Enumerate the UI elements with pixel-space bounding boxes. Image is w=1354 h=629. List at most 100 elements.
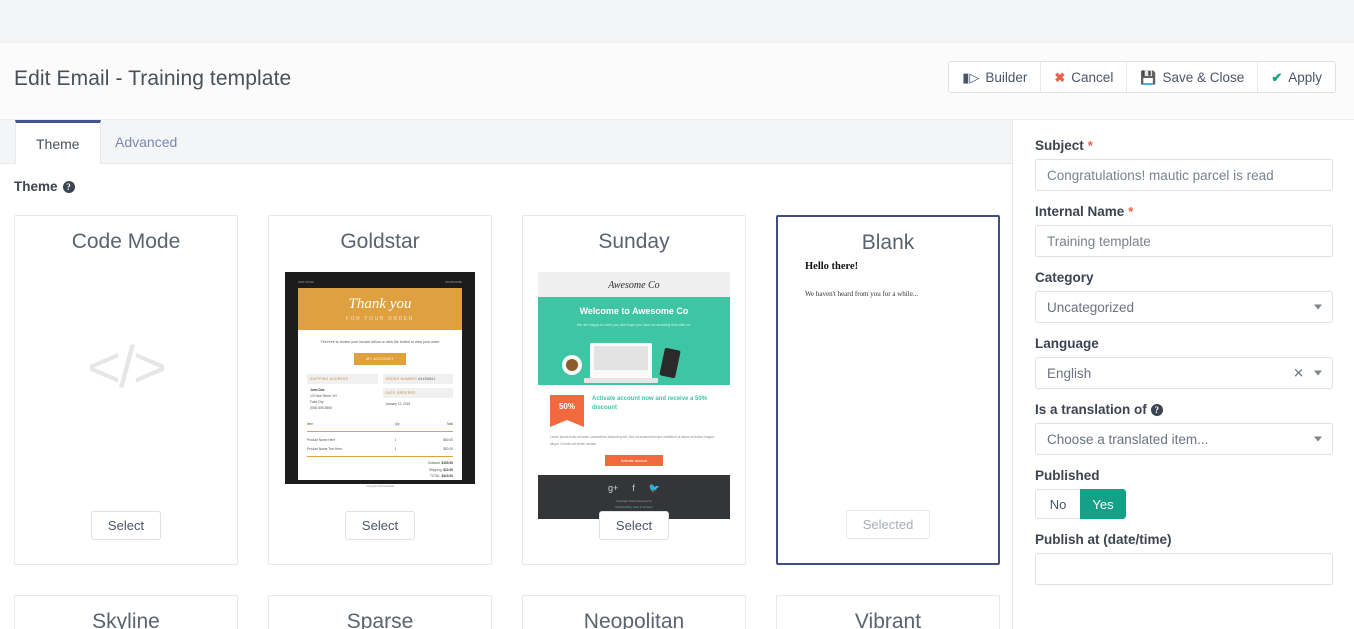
help-icon[interactable]: ? [62, 180, 75, 193]
goldstar-row1-total: $50.00 [443, 437, 453, 442]
theme-card-action: Select [523, 511, 745, 540]
field-is-a-translation-of: Is a translation of ? Choose a translate… [1035, 402, 1333, 455]
close-icon: ✖ [1054, 69, 1066, 85]
theme-thumbnail-sunday: Awesome Co Welcome to Awesome Co We are … [523, 272, 745, 519]
select-theme-button[interactable]: Select [598, 511, 670, 540]
translation-selected-value: Choose a translated item... [1047, 431, 1209, 447]
theme-card-title: Goldstar [340, 230, 420, 253]
check-icon: ✔ [1271, 69, 1283, 85]
category-selected-value: Uncategorized [1047, 299, 1135, 315]
theme-card-title: Blank [861, 231, 915, 254]
field-publish-at: Publish at (date/time) [1035, 532, 1333, 585]
required-marker: * [1128, 204, 1134, 219]
language-label-text: Language [1035, 336, 1099, 351]
theme-card-sunday[interactable]: Sunday Awesome Co Welcome to Awesome Co … [522, 215, 746, 565]
internal-name-label-text: Internal Name [1035, 204, 1125, 219]
select-theme-button[interactable]: Select [344, 511, 416, 540]
theme-card-neopolitan[interactable]: Neopolitan Select [522, 595, 746, 629]
goldstar-total-value: $110.00 [441, 473, 453, 478]
apply-button[interactable]: ✔ Apply [1258, 62, 1335, 92]
sunday-content: 50% Activate account now and receive a 5… [538, 385, 730, 476]
published-yes-option[interactable]: Yes [1080, 489, 1126, 519]
selected-theme-button[interactable]: Selected [845, 510, 931, 539]
builder-button[interactable]: ▮▷ Builder [949, 62, 1042, 92]
goldstar-address-line-1: 10 Fake Street, NY [310, 393, 338, 398]
published-toggle[interactable]: No Yes [1035, 489, 1126, 519]
category-select[interactable]: Uncategorized [1035, 291, 1333, 323]
help-icon[interactable]: ? [1150, 403, 1163, 416]
sunday-hero-subtitle: We are happy to meet you and hope you ha… [576, 323, 692, 327]
theme-card-vibrant[interactable]: Vibrant Select [776, 595, 1000, 629]
field-subject: Subject * [1035, 138, 1333, 191]
internal-name-input[interactable] [1035, 225, 1333, 257]
sunday-hero-title: Welcome to Awesome Co [579, 306, 689, 316]
goldstar-preview-topline: VIEW ONLINE UNSUBSCRIBE [298, 281, 462, 284]
subject-label-text: Subject [1035, 138, 1084, 153]
chevron-down-icon [1314, 304, 1322, 310]
page-header: Edit Email - Training template ▮▷ Builde… [0, 44, 1354, 120]
translation-label-text: Is a translation of [1035, 402, 1147, 417]
goldstar-customer-name: John Doe [310, 387, 325, 392]
cube-icon: ▮▷ [962, 69, 980, 85]
theme-card-sparse[interactable]: Sparse Select [268, 595, 492, 629]
sunday-cta-button: Activate account [605, 455, 663, 467]
theme-card-code-mode[interactable]: Code Mode </> Select [14, 215, 238, 565]
goldstar-date-value: January 12, 2019 [385, 401, 411, 406]
category-label-text: Category [1035, 270, 1094, 285]
goldstar-date-heading: DATE ORDERED [382, 387, 453, 398]
goldstar-order-number: #4455661 [418, 376, 436, 381]
theme-card-action: Select [15, 511, 237, 540]
theme-thumbnail-goldstar: VIEW ONLINE UNSUBSCRIBE Thank you FOR YO… [269, 272, 491, 492]
theme-thumbnail-code-mode: </> [15, 272, 237, 492]
goldstar-th-qty: Qty [394, 421, 400, 426]
category-label: Category [1035, 270, 1332, 285]
select-theme-button[interactable]: Select [90, 511, 162, 540]
tab-theme[interactable]: Theme [15, 120, 101, 165]
phone-shape [659, 347, 681, 379]
sunday-social-icons: g+ f 🐦 [538, 484, 730, 493]
coffee-cup-shape [562, 355, 582, 375]
sunday-footer-line-2: Unsubscribe | View in browser [615, 505, 653, 510]
field-published: Published No Yes [1035, 468, 1332, 519]
goldstar-th-total: Total [446, 421, 453, 426]
subject-input[interactable] [1035, 159, 1333, 191]
goldstar-preview-hero: Thank you FOR YOUR ORDER [298, 288, 462, 330]
field-internal-name: Internal Name * [1035, 204, 1333, 257]
goldstar-order-heading-text: ORDER NUMBER [385, 376, 417, 381]
google-plus-icon: g+ [608, 483, 619, 494]
header-action-button-group: ▮▷ Builder ✖ Cancel 💾 Save & Close ✔ App… [948, 61, 1336, 93]
tab-advanced[interactable]: Advanced [95, 120, 197, 164]
goldstar-hero-title: Thank you [348, 296, 412, 312]
blank-preview-body: We haven't heard from you for a while... [805, 290, 919, 298]
sunday-footer-text: Copyright 2019 Awesome Co Unsubscribe | … [538, 499, 730, 510]
publish-at-input[interactable] [1035, 553, 1333, 585]
theme-grid: Code Mode </> Select Goldstar VIEW ONLIN… [14, 215, 1012, 629]
clear-icon[interactable]: ✕ [1293, 367, 1304, 380]
theme-card-goldstar[interactable]: Goldstar VIEW ONLINE UNSUBSCRIBE Thank y… [268, 215, 492, 565]
language-selected-value: English [1047, 365, 1092, 381]
sunday-body-copy: Lorem ipsum dolor sit amet, consectetur … [550, 435, 714, 446]
theme-section-label: Theme ? [14, 179, 75, 194]
cancel-button[interactable]: ✖ Cancel [1041, 62, 1128, 92]
theme-card-title: Vibrant [854, 610, 922, 629]
sunday-hero-devices-image [538, 343, 730, 385]
save-and-close-button[interactable]: 💾 Save & Close [1127, 62, 1259, 92]
goldstar-total-label: TOTAL [430, 473, 440, 478]
theme-card-title: Neopolitan [583, 610, 685, 629]
translation-select[interactable]: Choose a translated item... [1035, 423, 1333, 455]
goldstar-row2-item: Product Name Two Here [307, 446, 342, 451]
goldstar-row1-qty: 1 [394, 437, 397, 442]
theme-card-blank[interactable]: Blank Hello there! We haven't heard from… [776, 215, 1000, 565]
sunday-promo-text: Activate account now and receive a 50% d… [592, 396, 708, 411]
tab-advanced-label: Advanced [115, 134, 178, 150]
published-no-option[interactable]: No [1035, 489, 1080, 519]
sunday-discount-badge: 50% [550, 395, 584, 427]
goldstar-order-column: ORDER NUMBER #4455661 DATE ORDERED Janua… [382, 373, 453, 411]
theme-card-title: Code Mode [71, 230, 181, 253]
goldstar-subtotal-label: Subtotal [427, 461, 440, 466]
published-label-text: Published [1035, 468, 1100, 483]
sunday-footer-line-1: Copyright 2019 Awesome Co [615, 499, 653, 504]
theme-card-skyline[interactable]: Skyline Select [14, 595, 238, 629]
goldstar-table-row: Product Name Here 1 $50.00 [307, 435, 453, 444]
language-select[interactable]: English ✕ [1035, 357, 1333, 389]
